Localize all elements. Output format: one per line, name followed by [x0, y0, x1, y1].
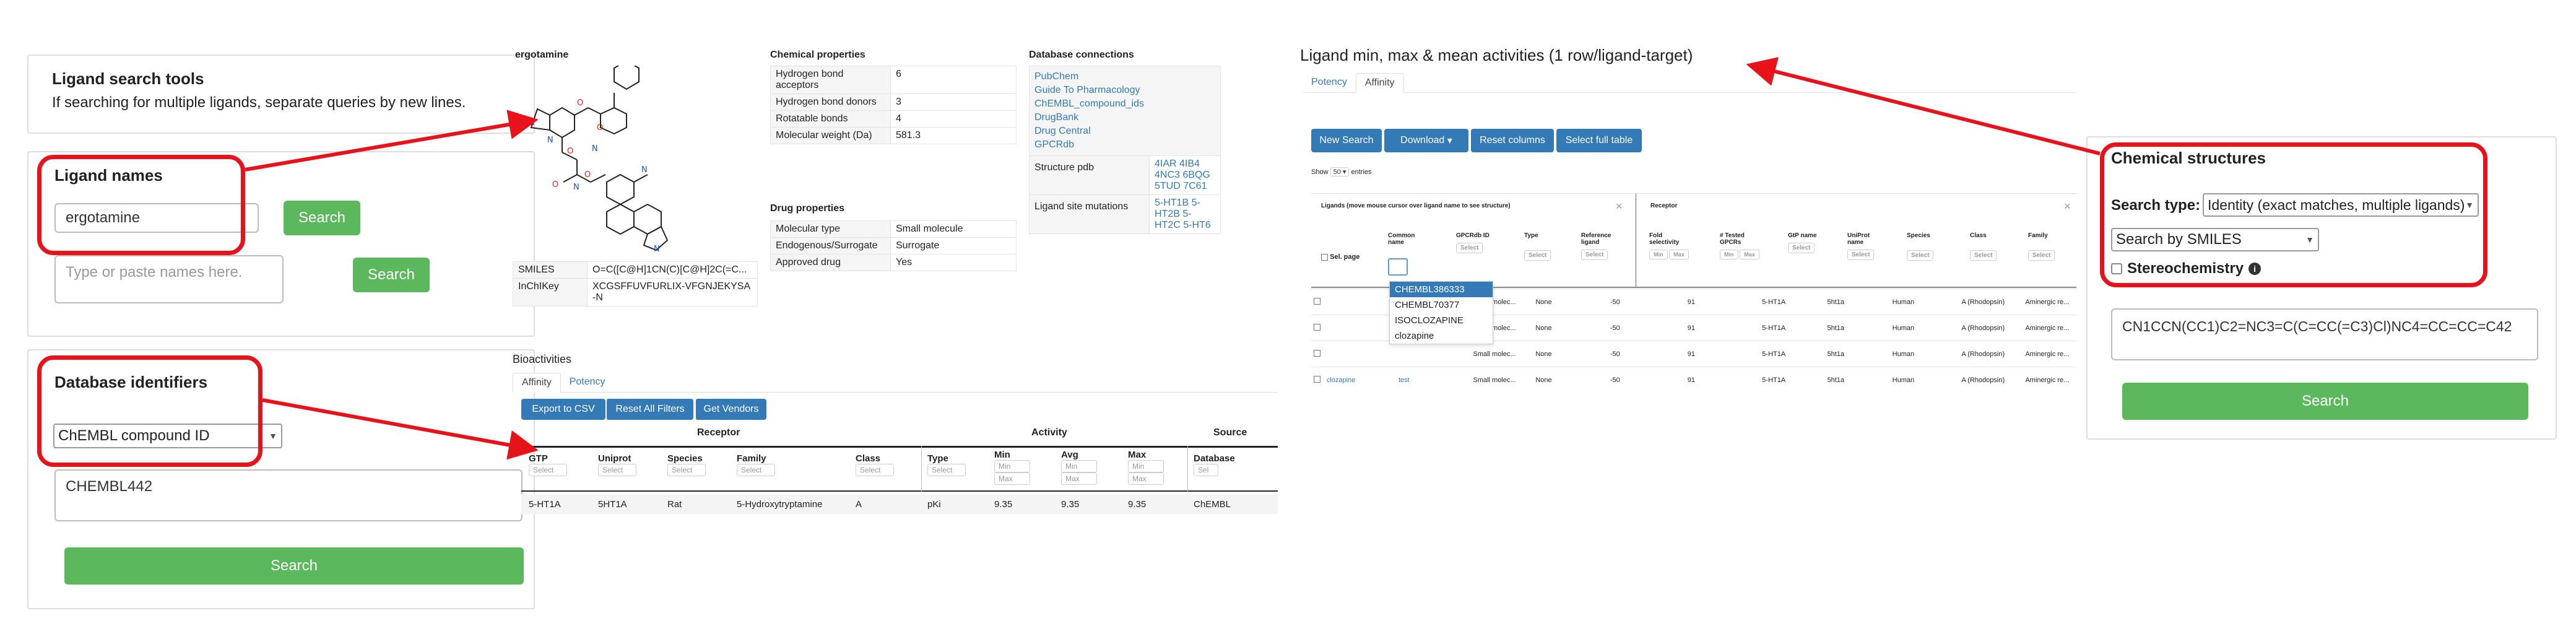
- annotation-arrows: [245, 57, 2101, 460]
- arrow-identifiers-to-bioactivities: [262, 398, 539, 460]
- arrow-names-to-ligand: [245, 110, 539, 172]
- arrow-structures-to-ranges: [1746, 57, 2101, 155]
